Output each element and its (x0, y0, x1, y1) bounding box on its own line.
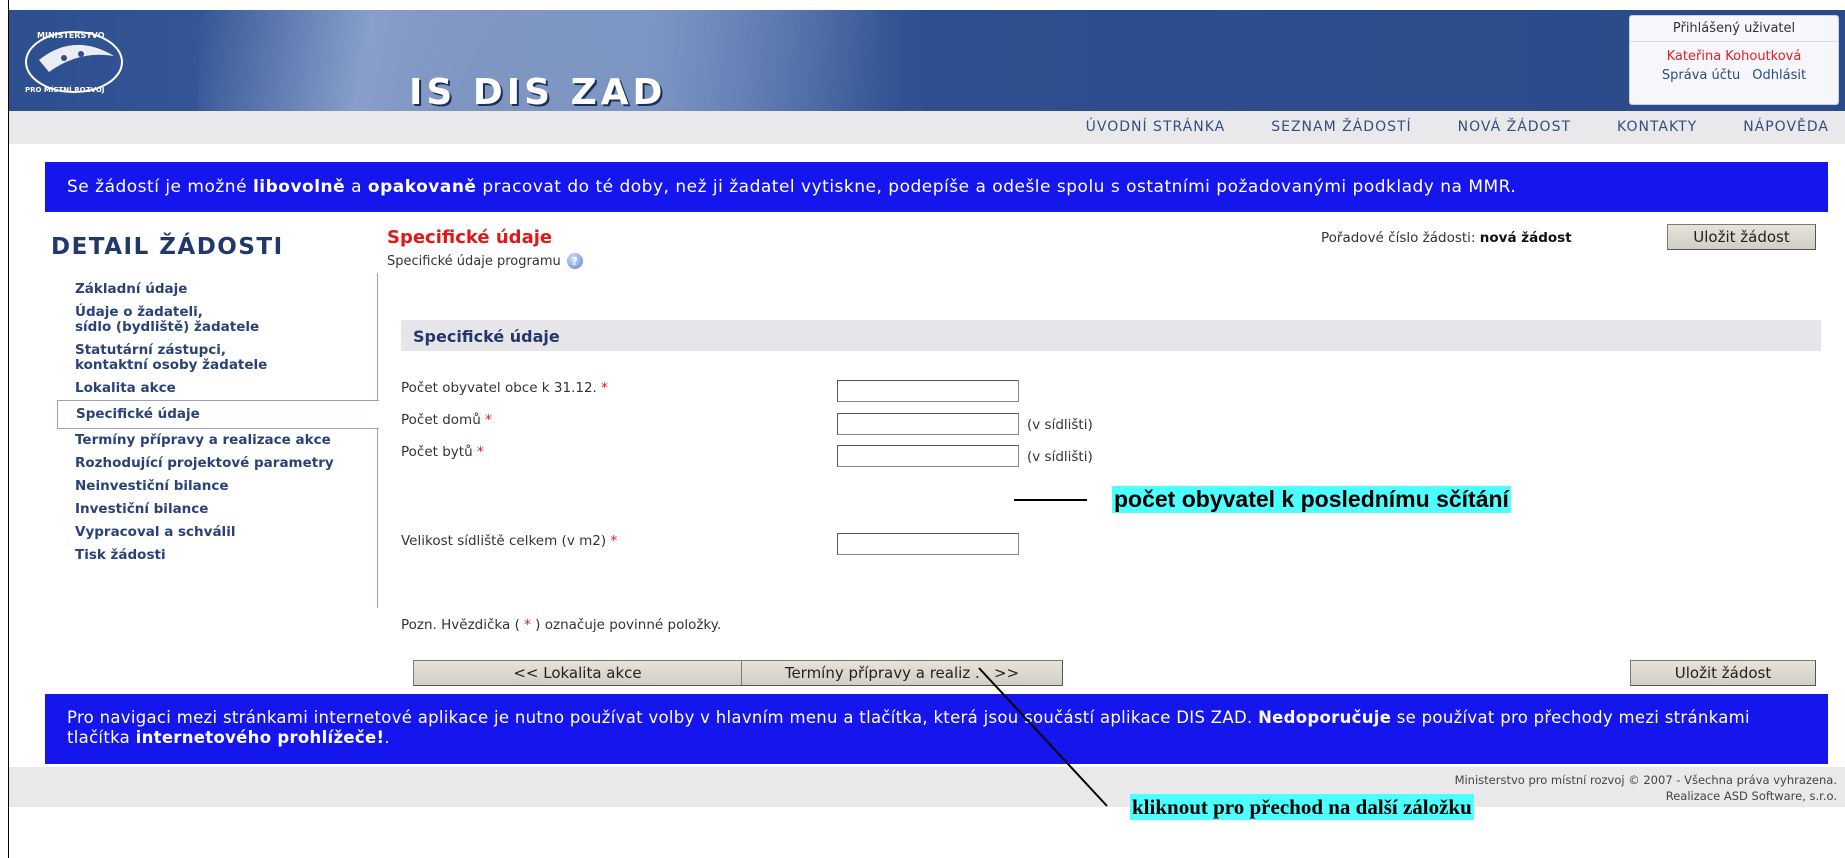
field-label-flats: Počet bytů * (401, 444, 484, 460)
user-links: Správa účtu Odhlásit (1630, 68, 1838, 83)
sidebar-item-location[interactable]: Lokalita akce (75, 377, 375, 400)
banner-top-text-1: Se žádostí je možné (67, 177, 253, 197)
sidebar-item-label: Statutární zástupci, (75, 342, 226, 358)
logout-link[interactable]: Odhlásit (1752, 68, 1806, 83)
account-settings-link[interactable]: Správa účtu (1662, 68, 1740, 83)
sidebar-item-label: sídlo (bydliště) žadatele (75, 319, 260, 335)
houses-input[interactable] (837, 413, 1019, 435)
sidebar-item-representatives[interactable]: Statutární zástupci, kontaktní osoby žada… (75, 339, 375, 377)
section-title: Specifické údaje (387, 227, 553, 248)
prev-tab-button[interactable]: << Lokalita akce (413, 660, 742, 686)
annotation-population: počet obyvatel k poslednímu sčítání (1096, 474, 1567, 524)
nav-request-list[interactable]: SEZNAM ŽÁDOSTÍ (1271, 119, 1411, 135)
copyright-text: Ministerstvo pro místní rozvoj © 2007 - … (1454, 773, 1837, 787)
sidebar-title: DETAIL ŽÁDOSTI (51, 234, 284, 260)
sidebar-item-applicant[interactable]: Údaje o žadateli, sídlo (bydliště) žadate… (75, 301, 375, 339)
banner-top-bold-2: opakovaně (367, 177, 477, 197)
banner-top-text-3: pracovat do té doby, než ji žadatel vyti… (476, 177, 1517, 197)
sidebar-item-label: kontaktní osoby žadatele (75, 357, 268, 373)
save-request-button[interactable]: Uložit žádost (1667, 224, 1816, 250)
sidebar-divider (377, 273, 378, 608)
sidebar-item-label: Investiční bilance (75, 501, 209, 517)
sidebar-item-label: Neinvestiční bilance (75, 478, 229, 494)
sidebar-item-label: Specifické údaje (76, 406, 200, 422)
sidebar-item-schedule[interactable]: Termíny přípravy a realizace akce (75, 429, 375, 452)
sidebar-item-prepared-approved[interactable]: Vypracoval a schválil (75, 521, 375, 544)
panel-title: Specifické údaje (413, 327, 560, 346)
next-tab-button[interactable]: Termíny přípravy a realiz . . >> (741, 660, 1063, 686)
sidebar-item-label: Základní údaje (75, 281, 188, 297)
footer: Ministerstvo pro místní rozvoj © 2007 - … (9, 767, 1845, 807)
section-subtitle-text: Specifické údaje programu (387, 253, 561, 269)
nav-new-request[interactable]: NOVÁ ŽÁDOST (1458, 119, 1571, 135)
field-label-area: Velikost sídliště celkem (v m2) * (401, 533, 618, 549)
sidebar-item-noninvestment-balance[interactable]: Neinvestiční bilance (75, 475, 375, 498)
sidebar-item-label: Údaje o žadateli, (75, 304, 203, 320)
sidebar-item-basic-info[interactable]: Základní údaje (75, 278, 375, 301)
sidebar-item-label: Rozhodující projektové parametry (75, 455, 334, 471)
footer-text: Ministerstvo pro místní rozvoj © 2007 - … (1455, 772, 1837, 804)
area-input[interactable] (837, 533, 1019, 555)
app-title: IS DIS ZAD (409, 72, 667, 111)
vendor-text: Realizace ASD Software, s.r.o. (1665, 789, 1837, 803)
header: MINISTERSTVO PRO MÍSTNÍ ROZVOJ IS DIS ZA… (9, 10, 1845, 111)
sidebar-menu: Základní údaje Údaje o žadateli, sídlo (b… (57, 278, 379, 567)
flats-suffix: (v sídlišti) (1027, 449, 1093, 465)
banner-bottom-bold-2: internetového prohlížeče! (135, 728, 385, 747)
required-mark: * (476, 444, 484, 460)
user-box-title: Přihlášený uživatel (1630, 16, 1838, 42)
sidebar-item-print[interactable]: Tisk žádosti (75, 544, 375, 567)
field-label-houses: Počet domů * (401, 412, 492, 428)
annotation-population-text: počet obyvatel k poslednímu sčítání (1112, 486, 1511, 513)
banner-top-text-2: a (345, 177, 368, 197)
sidebar-item-label: Vypracoval a schválil (75, 524, 236, 540)
required-mark: * (485, 412, 492, 428)
sidebar-item-label: Termíny přípravy a realizace akce (75, 432, 331, 448)
flats-input[interactable] (837, 445, 1019, 467)
nav-help[interactable]: NÁPOVĚDA (1743, 119, 1829, 135)
banner-bottom-text-1: Pro navigaci mezi stránkami internetové … (67, 708, 1259, 727)
banner-bottom-text-3: . (384, 728, 390, 747)
banner-bottom-bold-1: Nedoporučuje (1258, 708, 1392, 727)
panel-header: Specifické údaje (401, 320, 1821, 351)
population-input[interactable] (837, 380, 1019, 402)
required-mark: * (524, 617, 531, 633)
logo-text-bottom: PRO MÍSTNÍ ROZVOJ (25, 85, 104, 94)
window-frame-left (0, 0, 9, 858)
nav-home[interactable]: ÚVODNÍ STRÁNKA (1086, 119, 1226, 135)
order-number-label: Pořadové číslo žádosti: (1321, 230, 1480, 246)
app: MINISTERSTVO PRO MÍSTNÍ ROZVOJ IS DIS ZA… (9, 0, 1845, 858)
field-label-population: Počet obyvatel obce k 31.12. * (401, 380, 608, 396)
ministry-logo: MINISTERSTVO PRO MÍSTNÍ ROZVOJ (25, 31, 123, 94)
sidebar-item-investment-balance[interactable]: Investiční bilance (75, 498, 375, 521)
section-subtitle: Specifické údaje programu ? (387, 253, 583, 269)
logo-text-top: MINISTERSTVO (37, 31, 105, 40)
sidebar-item-label: Lokalita akce (75, 380, 176, 396)
banner-top-bold-1: libovolně (252, 177, 346, 197)
sidebar-item-project-parameters[interactable]: Rozhodující projektové parametry (75, 452, 375, 475)
save-request-button-bottom[interactable]: Uložit žádost (1630, 660, 1816, 686)
houses-suffix: (v sídlišti) (1027, 417, 1093, 433)
main-nav-bar: ÚVODNÍ STRÁNKA SEZNAM ŽÁDOSTÍ NOVÁ ŽÁDOS… (9, 111, 1845, 144)
sidebar-item-specific-data[interactable]: Specifické údaje (57, 400, 379, 429)
nav-contacts[interactable]: KONTAKTY (1617, 119, 1697, 135)
sidebar-item-label: Tisk žádosti (75, 547, 166, 563)
order-number: Pořadové číslo žádosti: nová žádost (1321, 230, 1572, 246)
info-banner-bottom: Pro navigaci mezi stránkami internetové … (45, 694, 1828, 764)
main-nav: ÚVODNÍ STRÁNKA SEZNAM ŽÁDOSTÍ NOVÁ ŽÁDOS… (1086, 119, 1829, 135)
required-note: Pozn. Hvězdička ( * ) označuje povinné p… (401, 617, 722, 633)
help-icon[interactable]: ? (566, 253, 583, 269)
user-name: Kateřina Kohoutková (1666, 49, 1802, 64)
annotation-click-next: kliknout pro přechod na další záložku (1130, 794, 1474, 820)
user-box: Přihlášený uživatel Kateřina Kohoutková … (1629, 15, 1839, 105)
info-banner-top: Se žádostí je možné libovolně a opakovan… (45, 162, 1828, 212)
order-number-value: nová žádost (1479, 230, 1572, 246)
required-mark: * (601, 380, 608, 396)
required-mark: * (610, 533, 618, 549)
